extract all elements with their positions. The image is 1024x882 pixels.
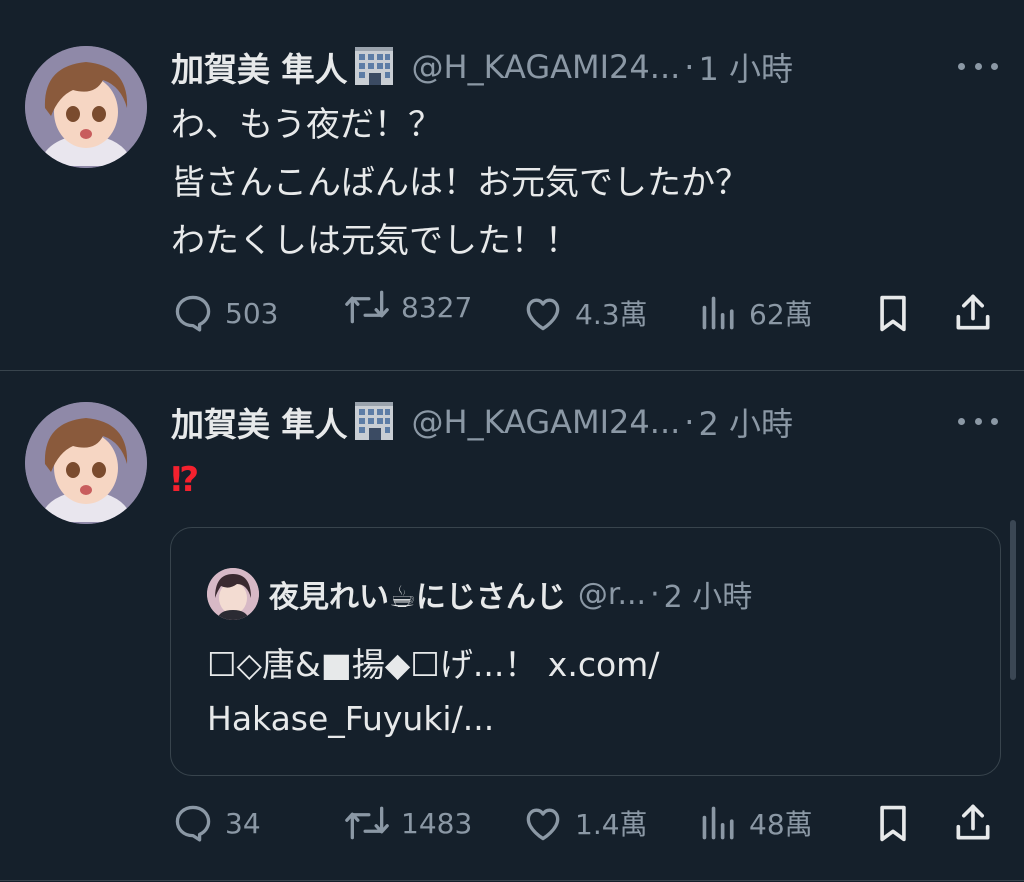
quoted-tweet[interactable]: 夜見れい☕にじさんじ @r... · 2 小時 ☐◇唐&■揚◆☐げ...！ x.… xyxy=(170,527,1001,776)
bookmark-icon xyxy=(880,295,906,332)
retweet-icon xyxy=(345,290,389,324)
views-count: 62萬 xyxy=(749,298,813,331)
avatar-image xyxy=(25,402,147,524)
views-count: 48萬 xyxy=(749,808,813,841)
separator-dot: · xyxy=(684,48,695,86)
reply-button[interactable]: 34 xyxy=(171,798,261,848)
avatar-image xyxy=(207,568,259,620)
share-icon xyxy=(956,294,990,330)
tweet-actions: 503 8327 4.3萬 62萬 xyxy=(171,288,1001,338)
avatar[interactable] xyxy=(25,46,147,168)
scrollbar[interactable] xyxy=(1010,520,1016,680)
retweet-count: 1483 xyxy=(401,806,473,840)
more-options-icon[interactable] xyxy=(958,56,998,76)
user-handle[interactable]: @H_KAGAMI24... xyxy=(412,48,681,86)
quoted-text[interactable]: ☐◇唐&■揚◆☐げ...！ x.com/ Hakase_Fuyuki/... xyxy=(207,638,967,746)
like-count: 4.3萬 xyxy=(575,298,648,331)
tweet-header: 加賀美 隼人 @H_KAGAMI24... · 1 小時 xyxy=(171,42,793,92)
office-building-emoji-icon xyxy=(352,43,396,91)
quoted-header: 夜見れい☕にじさんじ @r... · 2 小時 xyxy=(269,568,752,620)
share-icon xyxy=(956,804,990,840)
quoted-display-name[interactable]: 夜見れい☕にじさんじ xyxy=(269,572,566,616)
tweet-text: ⁉ xyxy=(171,460,200,500)
display-name[interactable]: 加賀美 隼人 xyxy=(171,398,348,446)
avatar[interactable] xyxy=(25,402,147,524)
analytics-icon xyxy=(702,296,734,330)
reply-count: 34 xyxy=(225,806,261,840)
quoted-timestamp[interactable]: 2 小時 xyxy=(664,572,753,616)
timestamp[interactable]: 2 小時 xyxy=(698,399,793,445)
tweet-header: 加賀美 隼人 @H_KAGAMI24... · 2 小時 xyxy=(171,397,793,447)
tweet-2[interactable]: 加賀美 隼人 @H_KAGAMI24... · 2 小時 ⁉ 夜見れい☕にじさん… xyxy=(0,371,1024,882)
retweet-icon xyxy=(345,806,389,840)
tweet-divider xyxy=(0,880,1024,881)
user-handle[interactable]: @H_KAGAMI24... xyxy=(412,403,681,441)
bookmark-icon xyxy=(880,805,906,842)
views-button[interactable]: 62萬 xyxy=(699,288,813,338)
office-building-emoji-icon xyxy=(352,398,396,446)
views-button[interactable]: 48萬 xyxy=(699,798,813,848)
share-button[interactable] xyxy=(951,798,995,848)
quoted-handle[interactable]: @r... xyxy=(578,577,646,612)
display-name[interactable]: 加賀美 隼人 xyxy=(171,43,348,91)
separator-dot: · xyxy=(684,403,695,441)
retweet-button[interactable]: 1483 xyxy=(343,798,472,848)
like-button[interactable]: 4.3萬 xyxy=(521,288,648,338)
separator-dot: · xyxy=(650,576,660,612)
retweet-count: 8327 xyxy=(401,290,473,324)
tweet-text: わ、もう夜だ！？ 皆さんこんばんは！お元気でしたか？ わたくしは元気でした！！ xyxy=(171,105,749,261)
reply-icon xyxy=(175,295,211,332)
bookmark-button[interactable] xyxy=(873,288,913,338)
retweet-button[interactable]: 8327 xyxy=(343,282,472,332)
tweet-actions: 34 1483 1.4萬 48萬 xyxy=(171,798,1001,848)
bookmark-button[interactable] xyxy=(873,798,913,848)
heart-icon xyxy=(526,808,560,841)
reply-button[interactable]: 503 xyxy=(171,288,278,338)
reply-icon xyxy=(175,805,211,842)
share-button[interactable] xyxy=(951,288,995,338)
like-count: 1.4萬 xyxy=(575,808,648,841)
reply-count: 503 xyxy=(225,296,279,330)
tweet-1[interactable]: 加賀美 隼人 @H_KAGAMI24... · 1 小時 わ、もう夜だ！？ 皆さ… xyxy=(0,0,1024,370)
timestamp[interactable]: 1 小時 xyxy=(698,44,793,90)
heart-icon xyxy=(526,298,560,331)
analytics-icon xyxy=(702,806,734,840)
like-button[interactable]: 1.4萬 xyxy=(521,798,648,848)
quoted-avatar[interactable] xyxy=(207,568,259,620)
more-options-icon[interactable] xyxy=(958,411,998,431)
avatar-image xyxy=(25,46,147,168)
